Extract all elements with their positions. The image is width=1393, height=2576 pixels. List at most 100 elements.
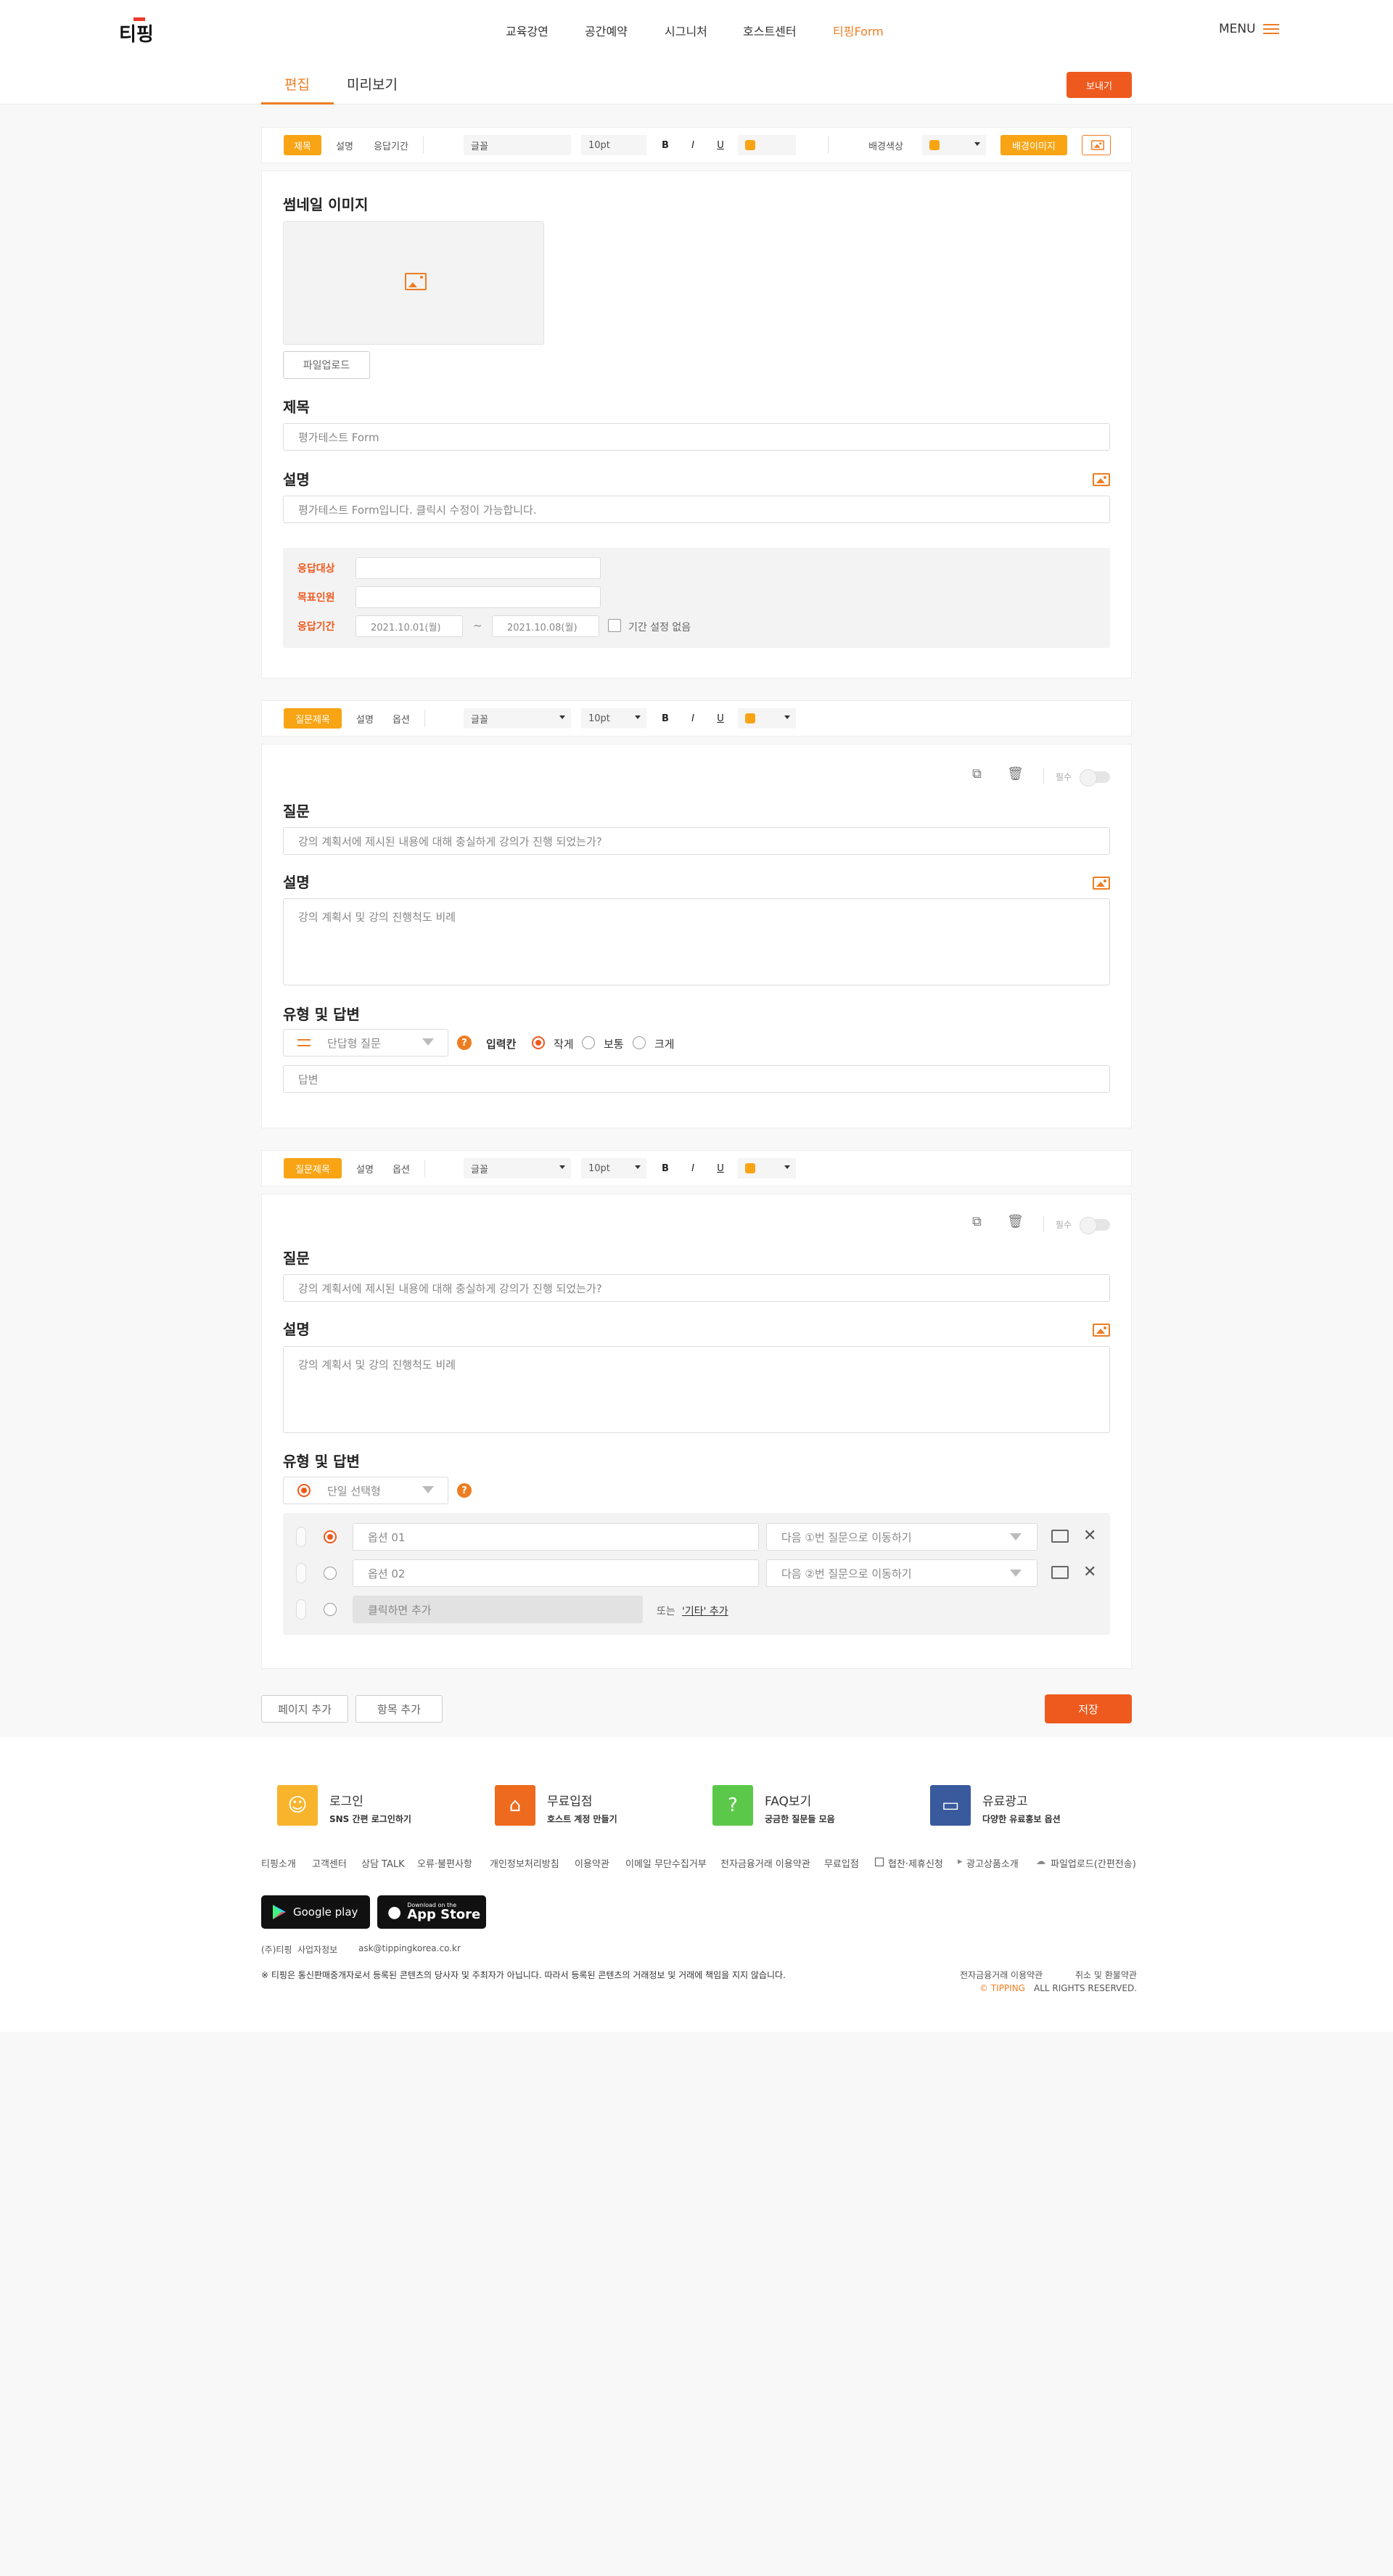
menu-button[interactable]: MENU [1219,22,1279,36]
footer-link-cs[interactable]: 고객센터 [312,1856,347,1870]
option-radio[interactable] [324,1567,337,1580]
toolbar-tab-title[interactable]: 제목 [284,135,321,155]
nav-space-booking[interactable]: 공간예약 [585,22,628,39]
toolbar-tab-question-title[interactable]: 질문제목 [284,708,342,729]
tab-edit[interactable]: 편집 [284,74,310,94]
trash-icon[interactable]: 🗑 [1007,766,1024,782]
quick-ad-title[interactable]: 유료광고 [982,1791,1028,1809]
tab-preview[interactable]: 미리보기 [347,74,398,94]
drag-handle-icon[interactable] [296,1563,306,1583]
font-size-select[interactable]: 10pt [581,135,646,155]
size-large-radio[interactable] [633,1036,646,1049]
underline-button[interactable]: U [710,135,731,155]
italic-button[interactable]: I [683,135,703,155]
add-item-button[interactable]: 항목 추가 [356,1695,443,1723]
start-date-input[interactable]: 2021.10.01(월) [356,615,463,637]
trash-icon[interactable]: 🗑 [1007,1214,1024,1229]
underline-button[interactable]: U [710,1158,731,1178]
question-input[interactable]: 강의 계획서에 제시된 내용에 대해 충실하게 강의가 진행 되었는가? [283,827,1110,855]
close-icon[interactable]: ✕ [1083,1527,1096,1545]
drag-handle-icon[interactable] [296,1527,306,1547]
text-color-select[interactable] [738,708,796,729]
text-color-select[interactable] [738,1158,796,1178]
toolbar-tab-period[interactable]: 응답기간 [368,135,414,155]
image-icon[interactable] [1051,1530,1069,1543]
nav-host-center[interactable]: 호스트센터 [743,22,797,39]
footer-link-talk[interactable]: 상담 TALK [361,1856,405,1870]
toolbar-tab-question-title[interactable]: 질문제목 [284,1158,342,1178]
goal-input[interactable] [356,586,601,608]
text-color-select[interactable] [738,135,796,155]
quick-login-title[interactable]: 로그인 [329,1791,363,1809]
nav-education[interactable]: 교육강연 [506,22,548,39]
bg-image-button[interactable]: 배경이미지 [1000,135,1067,155]
image-icon[interactable] [1051,1566,1069,1579]
thumbnail-dropzone[interactable] [283,221,544,345]
no-period-checkbox[interactable] [608,619,621,632]
contact-email[interactable]: ask@tippingkorea.co.kr [358,1943,461,1953]
title-input[interactable]: 평가테스트 Form [283,423,1110,451]
footer-link-terms[interactable]: 이용약관 [575,1856,609,1870]
footer-link-about[interactable]: 티핑소개 [261,1856,296,1870]
size-medium-radio[interactable] [582,1036,595,1049]
goto-select[interactable]: 다음 ①번 질문으로 이동하기 [766,1523,1037,1551]
toolbar-tab-desc[interactable]: 설명 [329,135,361,155]
help-icon[interactable]: ? [457,1035,472,1050]
option-radio[interactable] [324,1530,337,1543]
image-upload-button[interactable] [1082,135,1111,155]
quick-faq-title[interactable]: FAQ보기 [765,1791,811,1809]
required-toggle[interactable] [1080,1217,1110,1234]
footer-link-email-refuse[interactable]: 이메일 무단수집거부 [625,1856,707,1870]
finance-terms-link[interactable]: 전자금융거래 이용약관 [960,1969,1043,1981]
font-size-select[interactable]: 10pt [581,708,646,729]
footer-link-privacy[interactable]: 개인정보처리방침 [490,1856,559,1870]
app-store-button[interactable]: ● Download on the App Store [377,1895,486,1929]
login-icon[interactable]: ☺ [277,1785,318,1826]
refund-terms-link[interactable]: 취소 및 환불약관 [1075,1969,1137,1981]
add-other-link[interactable]: '기타' 추가 [682,1604,728,1618]
italic-button[interactable]: I [683,1158,703,1178]
desc-textarea[interactable]: 강의 계획서 및 강의 진행척도 비례 [283,898,1110,985]
font-select[interactable]: 글꼴 [464,708,571,729]
toolbar-tab-options[interactable]: 옵션 [385,1158,417,1178]
copy-icon[interactable]: ⧉ [972,1214,982,1229]
target-input[interactable] [356,557,601,579]
google-play-button[interactable]: Google play [261,1895,370,1929]
font-select[interactable]: 글꼴 [464,135,571,155]
image-icon[interactable] [1093,1324,1110,1337]
font-size-select[interactable]: 10pt [581,1158,646,1178]
bold-button[interactable]: B [655,1158,675,1178]
question-input[interactable]: 강의 계획서에 제시된 내용에 대해 충실하게 강의가 진행 되었는가? [283,1274,1110,1302]
footer-link-free-entry[interactable]: 무료입점 [824,1856,859,1870]
footer-link-partnership[interactable]: 협찬·제휴신청 [888,1856,943,1870]
ad-icon[interactable]: ▭ [930,1785,971,1826]
biz-info-link[interactable]: 사업자정보 [297,1943,337,1956]
send-button[interactable]: 보내기 [1067,72,1132,98]
footer-link-finance-terms[interactable]: 전자금융거래 이용약관 [720,1856,810,1870]
help-icon[interactable]: ? [457,1483,472,1498]
image-icon[interactable] [1093,877,1110,890]
add-option-input[interactable]: 클릭하면 추가 [353,1596,643,1623]
answer-input[interactable]: 답변 [283,1065,1110,1093]
required-toggle[interactable] [1080,769,1110,787]
toolbar-tab-desc[interactable]: 설명 [349,708,381,729]
toolbar-tab-desc[interactable]: 설명 [349,1158,381,1178]
desc-textarea[interactable]: 강의 계획서 및 강의 진행척도 비례 [283,1346,1110,1433]
save-button[interactable]: 저장 [1045,1694,1132,1723]
font-select[interactable]: 글꼴 [464,1158,571,1178]
upload-button[interactable]: 파일업로드 [283,351,370,379]
nav-signature[interactable]: 시그니처 [665,22,707,39]
toolbar-tab-options[interactable]: 옵션 [385,708,417,729]
image-icon[interactable] [1093,473,1110,486]
footer-link-report[interactable]: 오류·불편사항 [417,1856,472,1870]
faq-icon[interactable]: ? [712,1785,753,1826]
footer-link-file-upload[interactable]: 파일업로드(간편전송) [1051,1856,1136,1870]
bold-button[interactable]: B [655,135,675,155]
store-icon[interactable]: ⌂ [495,1785,535,1826]
bg-color-select[interactable] [922,135,986,155]
end-date-input[interactable]: 2021.10.08(월) [492,615,599,637]
option-input[interactable]: 옵션 01 [353,1523,759,1551]
option-input[interactable]: 옵션 02 [353,1559,759,1587]
tipping-logo[interactable]: 티핑 [118,16,158,45]
underline-button[interactable]: U [710,708,731,729]
